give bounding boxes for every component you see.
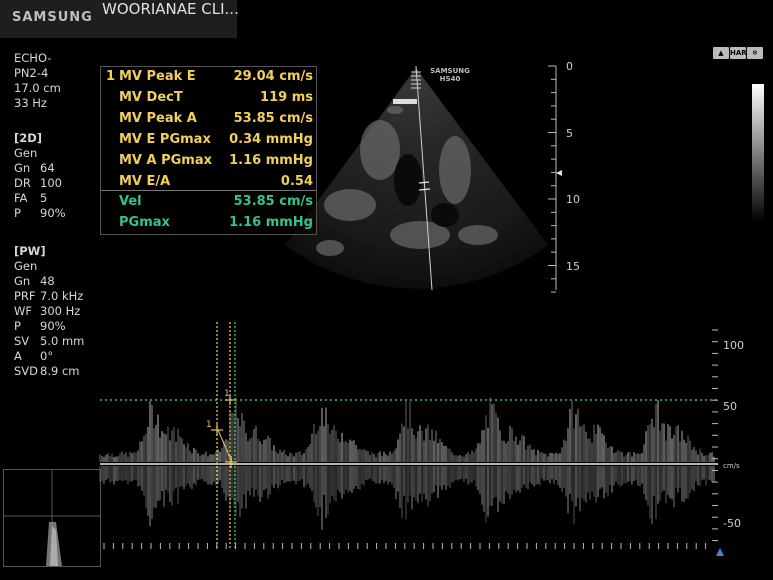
measurement-label: MV DecT [119,90,183,105]
velocity-label-100: 100 [723,339,744,352]
watermark-line2: HS40 [440,75,461,83]
measurement-value: 1.16 mmHg [229,153,313,168]
measurement-index: 1 [106,69,116,84]
reference-thumbnail[interactable] [3,469,101,567]
measurement-value: 0.54 [280,174,313,189]
velocity-label: Vel [119,194,142,209]
measurement-value: 53.85 cm/s [233,111,313,126]
bright-echo [393,99,417,104]
measurement-label: MV Peak E [119,69,196,84]
velocity-value: 53.85 cm/s [233,194,313,209]
measurement-value: 0.34 mmHg [229,132,313,147]
measurement-label: MV E PGmax [119,132,211,147]
measurement-panel: 1 MV Peak E 29.04 cm/s MV DecT 119 ms MV… [100,66,317,235]
measurement-label: MV Peak A [119,111,197,126]
depth-label-15: 15 [566,260,580,273]
measurement-label: MV E/A [119,174,171,189]
velocity-label-neg50: -50 [723,517,741,530]
measurement-value: 29.04 cm/s [233,69,313,84]
velocity-scale [712,329,718,542]
sweep-position-marker[interactable] [716,548,724,556]
depth-label-10: 10 [566,193,580,206]
velocity-label: PGmax [119,215,170,230]
depth-scale [548,65,557,293]
thumbnail-graphic [4,470,100,566]
velocity-unit: cm/s [723,462,740,470]
caliper-e-label: 1 [206,420,212,430]
time-scale [103,543,707,549]
depth-label-0: 0 [566,60,573,73]
depth-label-5: 5 [566,127,573,140]
velocity-value: 1.16 mmHg [229,215,313,230]
velocity-label-50: 50 [723,400,737,413]
caliper-a-label: 1 [224,389,230,399]
focus-marker[interactable] [556,170,562,176]
measurement-value: 119 ms [260,90,313,105]
watermark-line1: SAMSUNG [430,67,470,75]
measurement-label: MV A PGmax [119,153,213,168]
measurement-divider [101,190,316,191]
